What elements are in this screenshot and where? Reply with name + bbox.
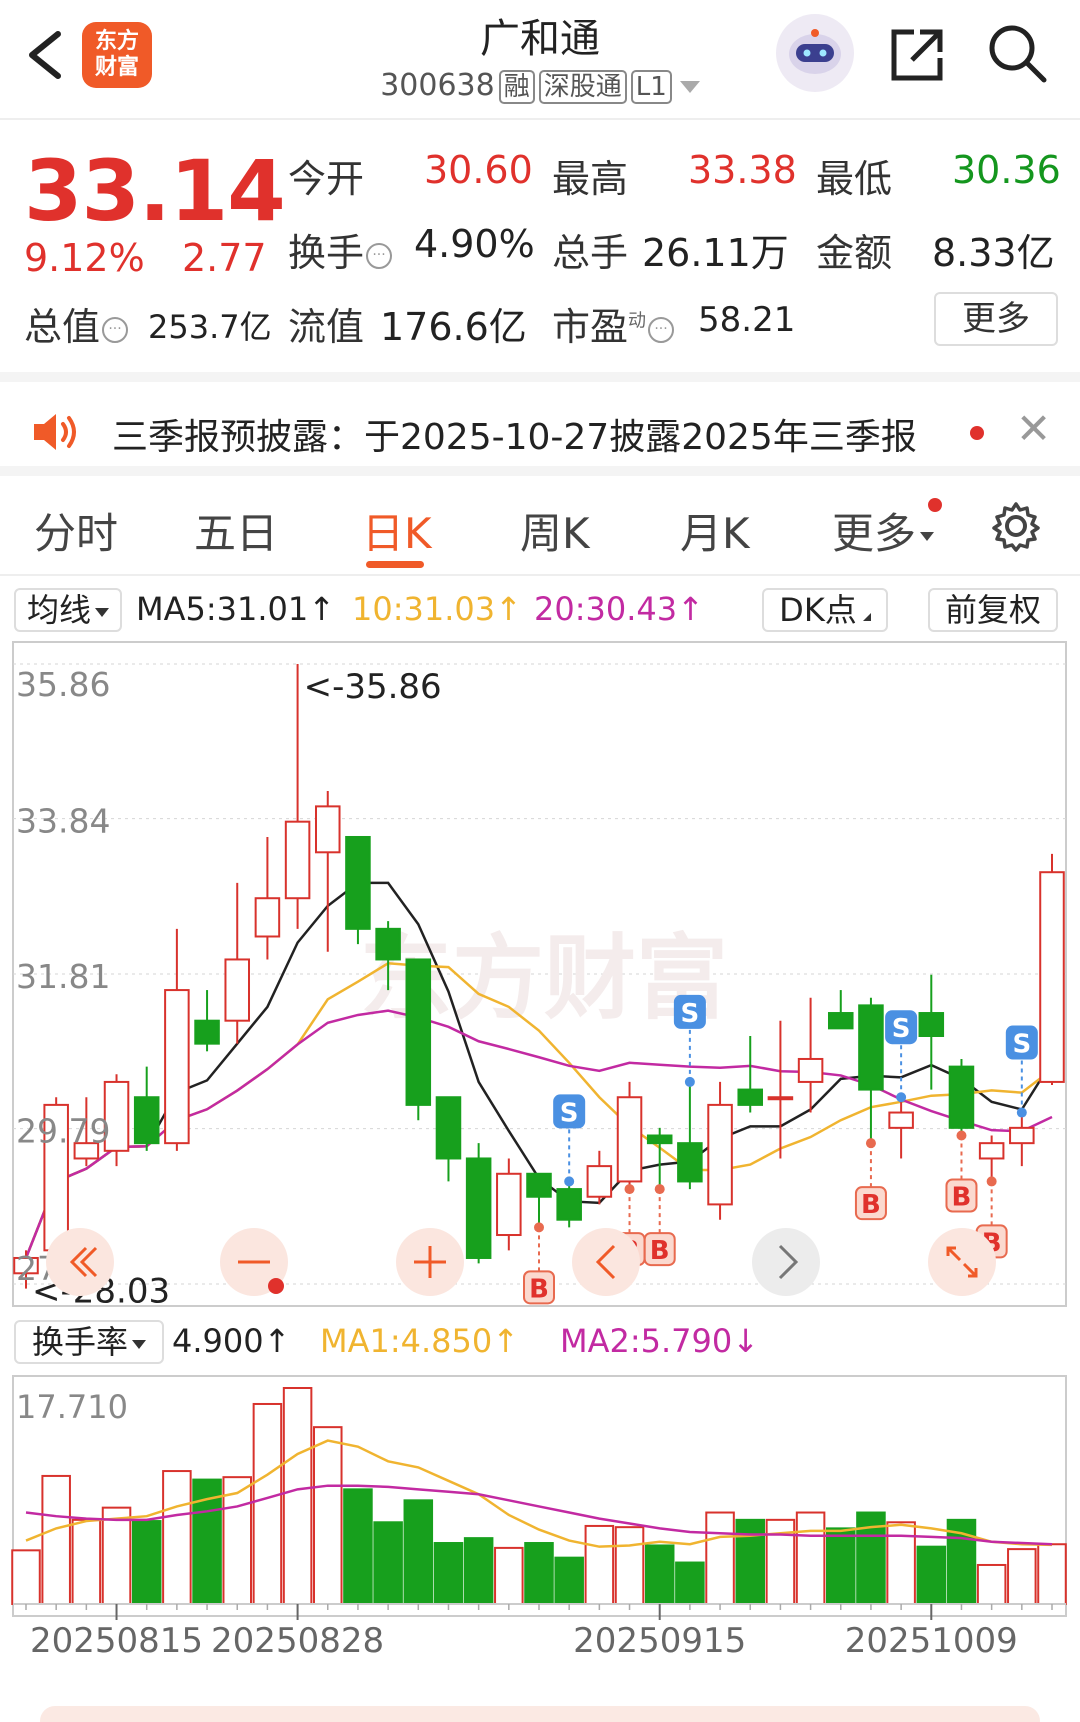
buy-signal[interactable]: B [523,1222,555,1305]
candle [496,1158,522,1251]
candle [556,1181,582,1228]
turnover-bar [1007,1548,1037,1605]
candle [465,1143,492,1264]
chevron-down-icon [132,1339,146,1349]
turnover-bar [131,1520,162,1606]
buy-signal[interactable]: B [945,1130,978,1213]
candle [254,836,281,960]
scroll-left-button[interactable] [46,1228,114,1296]
svg-text:S: S [892,1014,911,1044]
turnover-bar [584,1524,615,1605]
candle [345,835,371,945]
svg-text:S: S [560,1098,579,1128]
x-tick-label: 20250915 [573,1621,746,1661]
turnover-bar [252,1402,283,1605]
candle [586,1150,613,1205]
svg-text:B: B [952,1183,972,1213]
candle [858,997,884,1144]
turnover-bar [795,1511,826,1605]
zoom-out-button[interactable] [220,1228,288,1296]
turnover-bar [373,1521,403,1605]
x-axis: 20250815 20250828 20250915 20251009 [13,1603,1066,1661]
candle [646,1127,673,1190]
turnover-bar [614,1526,645,1606]
sell-signal[interactable]: S [1005,1025,1038,1118]
x-tick-label: 20251009 [845,1621,1018,1661]
candle [194,990,220,1052]
turnover-bar [282,1387,313,1605]
turnover-bar [463,1537,494,1606]
candle [1009,1112,1035,1167]
candle [405,958,432,1121]
buy-signal[interactable]: B [643,1184,676,1267]
turnover-y-max: 17.710 [16,1388,128,1426]
candle [435,1096,462,1182]
candle [526,1172,552,1228]
turnover-bar [916,1545,947,1606]
candle [827,990,854,1030]
candle [1039,853,1065,1085]
turnover-ma1: MA1:4.850↑ [320,1322,520,1360]
turnover-bar [644,1544,675,1605]
turnover-bar [735,1518,766,1605]
candle [677,1081,703,1190]
candle [797,997,824,1113]
turnover-bar [71,1518,102,1605]
turnover-bar [705,1511,735,1605]
candle [224,882,251,1044]
candle [888,1097,914,1159]
candle [707,1081,733,1220]
turnover-bar [825,1527,856,1606]
turnover-bar [343,1488,373,1605]
sell-signal[interactable]: S [885,1010,918,1103]
candle [133,1066,160,1151]
y-tick-label: 31.81 [16,957,110,996]
prev-button[interactable] [572,1228,640,1296]
svg-text:B: B [650,1236,670,1266]
svg-text:B: B [529,1274,549,1304]
next-button[interactable] [752,1228,820,1296]
turnover-bars [11,1387,1067,1606]
candle [616,1081,643,1190]
chart-layer: 东方财富 BSBBSBSBBS 35.8633.8431.8129.7927.7… [11,641,1067,1661]
x-tick-label: 20250815 [30,1621,203,1661]
turnover-bar [524,1542,554,1605]
y-tick-label: 33.84 [16,802,110,841]
candle [948,1058,975,1136]
sell-signal[interactable]: S [553,1094,586,1187]
turnover-bar [554,1556,584,1606]
turnover-bar [1037,1543,1067,1606]
candle [164,928,190,1151]
zoom-in-button[interactable] [396,1228,464,1296]
turnover-bar [312,1426,343,1605]
turnover-bar [675,1561,705,1605]
sell-signal[interactable]: S [673,994,706,1087]
x-tick-label: 20250828 [211,1621,384,1661]
y-tick-label: 29.79 [16,1112,110,1151]
fullscreen-button[interactable] [928,1228,996,1296]
turnover-bar [403,1499,434,1605]
candle [918,974,945,1090]
turnover-selector[interactable]: 换手率 [14,1320,164,1364]
turnover-ma2: MA2:5.790↓ [560,1322,760,1360]
candle [978,1135,1005,1182]
svg-text:S: S [1012,1030,1031,1060]
bottom-sheet-handle[interactable] [40,1706,1040,1722]
turnover-bar [11,1549,41,1606]
candle [767,1020,794,1159]
turnover-current: 4.900↑ [172,1322,291,1360]
candle [737,1036,764,1113]
candle [314,791,341,952]
turnover-bar [494,1546,524,1606]
turnover-bar [162,1470,192,1605]
turnover-bar [433,1542,464,1605]
turnover-bar [976,1563,1007,1605]
max-price-label: <-35.86 [304,667,442,707]
buy-signal[interactable]: B [854,1138,887,1221]
svg-text:S: S [681,999,700,1029]
y-tick-label: 35.86 [16,665,110,704]
turnover-bar [101,1506,132,1606]
svg-text:B: B [861,1190,881,1220]
turnover-bar [41,1474,71,1606]
